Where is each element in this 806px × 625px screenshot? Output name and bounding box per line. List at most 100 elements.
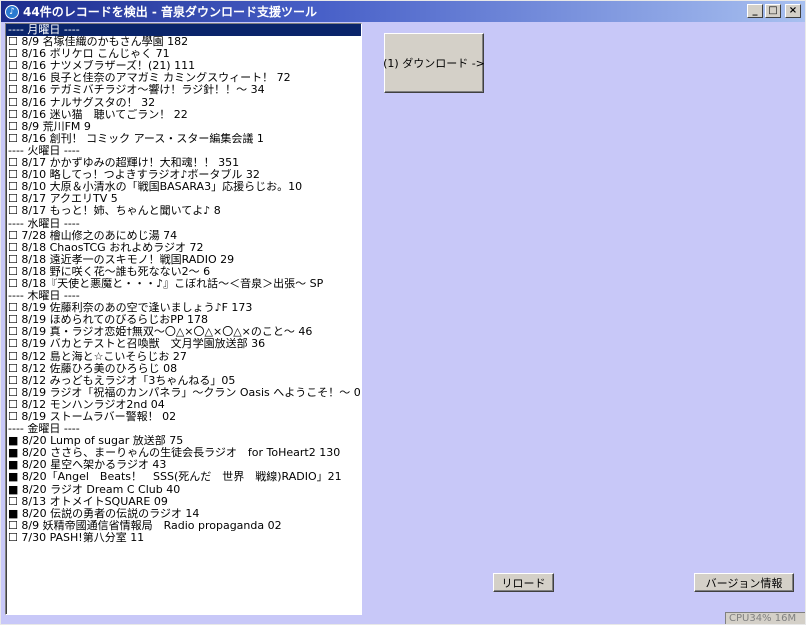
program-list-item[interactable]: ☐ 8/10 大原＆小清水の「戦国BASARA3」応援らじお。10	[6, 181, 361, 193]
program-list-item[interactable]: ☐ 8/9 荒川FM 9	[6, 121, 361, 133]
unchecked-box-icon[interactable]: ☐	[8, 387, 18, 399]
maximize-button[interactable]: □	[765, 4, 781, 18]
program-label: 8/17 かかずゆみの超輝け！大和魂！！ 351	[21, 157, 240, 170]
unchecked-box-icon[interactable]: ☐	[8, 205, 18, 217]
unchecked-box-icon[interactable]: ☐	[8, 230, 18, 242]
unchecked-box-icon[interactable]: ☐	[8, 242, 18, 254]
unchecked-box-icon[interactable]: ☐	[8, 314, 18, 326]
program-label: 8/10 大原＆小清水の「戦国BASARA3」応援らじお。10	[21, 181, 303, 194]
unchecked-box-icon[interactable]: ☐	[8, 278, 18, 290]
program-list-item[interactable]: ■ 8/20 Lump of sugar 放送部 75	[6, 435, 361, 447]
download-button[interactable]: (1) ダウンロード ->	[383, 33, 485, 93]
program-list-item[interactable]: ☐ 8/10 略してっ！つよきすラジオ♪ポータブル 32	[6, 169, 361, 181]
program-list-item[interactable]: ■ 8/20 伝説の勇者の伝説のラジオ 14	[6, 508, 361, 520]
unchecked-box-icon[interactable]: ☐	[8, 193, 18, 205]
title-bar[interactable]: ♪ 44件のレコードを検出 - 音泉ダウンロード支援ツール _ □ ×	[1, 1, 805, 22]
program-list-item[interactable]: ☐ 8/18『天使と悪魔と・・・♪』こぼれ話～＜音泉＞出張～ SP	[6, 278, 361, 290]
day-header[interactable]: ---- 火曜日 ----	[6, 145, 361, 157]
unchecked-box-icon[interactable]: ☐	[8, 326, 18, 338]
program-list-item[interactable]: ☐ 8/19 バカとテストと召喚獣 文月学園放送部 36	[6, 338, 361, 350]
checked-box-icon[interactable]: ■	[8, 508, 18, 520]
unchecked-box-icon[interactable]: ☐	[8, 97, 18, 109]
program-list-item[interactable]: ☐ 8/18 野に咲く花～誰も死なない2～ 6	[6, 266, 361, 278]
program-list-item[interactable]: ☐ 8/13 オトメイトSQUARE 09	[6, 496, 361, 508]
program-list-item[interactable]: ☐ 8/12 みっどもえラジオ「3ちゃんねる」05	[6, 375, 361, 387]
program-list-item[interactable]: ☐ 8/16 テガミバチラジオ～響け！ラジ針！！～ 34	[6, 84, 361, 96]
program-list-item[interactable]: ☐ 8/16 ポリケロ こんじゃく 71	[6, 48, 361, 60]
program-list-item[interactable]: ☐ 8/12 島と海と☆こいそらじお 27	[6, 351, 361, 363]
unchecked-box-icon[interactable]: ☐	[8, 84, 18, 96]
program-list-item[interactable]: ☐ 8/19 ストームラバー警報！ 02	[6, 411, 361, 423]
unchecked-box-icon[interactable]: ☐	[8, 181, 18, 193]
program-list-item[interactable]: ■ 8/20「Angel Beats！ SSS(死んだ 世界 戦線)RADIO」…	[6, 471, 361, 483]
program-list-item[interactable]: ☐ 8/19 ラジオ「祝福のカンパネラ」～クラン Oasis へようこそ！～ 0…	[6, 387, 361, 399]
unchecked-box-icon[interactable]: ☐	[8, 399, 18, 411]
program-list-item[interactable]: ☐ 8/19 ほめられてのびるらじおPP 178	[6, 314, 361, 326]
unchecked-box-icon[interactable]: ☐	[8, 157, 18, 169]
close-button[interactable]: ×	[785, 4, 801, 18]
program-list-item[interactable]: ☐ 8/12 モンハンラジオ2nd 04	[6, 399, 361, 411]
program-list-item[interactable]: ☐ 8/17 かかずゆみの超輝け！大和魂！！ 351	[6, 157, 361, 169]
program-list-item[interactable]: ☐ 8/17 もっと！姉、ちゃんと聞いてよ♪ 8	[6, 205, 361, 217]
app-icon: ♪	[5, 4, 19, 19]
program-list-item[interactable]: ☐ 8/16 良子と佳奈のアマガミ カミングスウィート！ 72	[6, 72, 361, 84]
unchecked-box-icon[interactable]: ☐	[8, 520, 18, 532]
checked-box-icon[interactable]: ■	[8, 459, 18, 471]
reload-button[interactable]: リロード	[493, 573, 554, 592]
program-label: 8/19 ストームラバー警報！ 02	[21, 411, 177, 423]
checked-box-icon[interactable]: ■	[8, 447, 18, 459]
program-list-item[interactable]: ☐ 8/19 佐藤利奈のあの空で逢いましょう♪F 173	[6, 302, 361, 314]
program-list-item[interactable]: ☐ 8/18 遠近孝一のスキモノ！戦国RADIO 29	[6, 254, 361, 266]
program-list-item[interactable]: ■ 8/20 ラジオ Dream C Club 40	[6, 484, 361, 496]
program-label: 8/18『天使と悪魔と・・・♪』こぼれ話～＜音泉＞出張～ SP	[21, 277, 324, 290]
day-header[interactable]: ---- 木曜日 ----	[6, 290, 361, 302]
unchecked-box-icon[interactable]: ☐	[8, 254, 18, 266]
program-list-item[interactable]: ☐ 8/16 ナツメブラザーズ！(21) 111	[6, 60, 361, 72]
program-list-item[interactable]: ☐ 8/12 佐藤ひろ美のひろらじ 08	[6, 363, 361, 375]
program-list-item[interactable]: ■ 8/20 ささら、まーりゃんの生徒会長ラジオ for ToHeart2 13…	[6, 447, 361, 459]
version-info-button[interactable]: バージョン情報	[694, 573, 794, 592]
minimize-button[interactable]: _	[747, 4, 763, 18]
program-list-item[interactable]: ☐ 8/19 真・ラジオ恋姫†無双～〇△×〇△×〇△×のこと～ 46	[6, 326, 361, 338]
unchecked-box-icon[interactable]: ☐	[8, 363, 18, 375]
program-list-item[interactable]: ☐ 8/16 迷い猫 聴いてごラン！ 22	[6, 109, 361, 121]
unchecked-box-icon[interactable]: ☐	[8, 266, 18, 278]
program-list-item[interactable]: ☐ 8/9 名塚佳織のかもさん學園 182	[6, 36, 361, 48]
unchecked-box-icon[interactable]: ☐	[8, 169, 18, 181]
day-header[interactable]: ---- 水曜日 ----	[6, 218, 361, 230]
program-label: 8/16 ポリケロ こんじゃく 71	[21, 48, 170, 61]
program-list-item[interactable]: ☐ 7/30 PASH!第八分室 11	[6, 532, 361, 544]
program-label: 8/16 テガミバチラジオ～響け！ラジ針！！～ 34	[21, 84, 265, 97]
unchecked-box-icon[interactable]: ☐	[8, 109, 18, 121]
unchecked-box-icon[interactable]: ☐	[8, 411, 18, 423]
program-list-item[interactable]: ☐ 7/28 檜山修之のあにめじ湯 74	[6, 230, 361, 242]
unchecked-box-icon[interactable]: ☐	[8, 338, 18, 350]
checked-box-icon[interactable]: ■	[8, 484, 18, 496]
unchecked-box-icon[interactable]: ☐	[8, 375, 18, 387]
day-header[interactable]: ---- 月曜日 ----	[6, 24, 361, 37]
unchecked-box-icon[interactable]: ☐	[8, 60, 18, 72]
unchecked-box-icon[interactable]: ☐	[8, 532, 18, 544]
unchecked-box-icon[interactable]: ☐	[8, 351, 18, 363]
day-header[interactable]: ---- 金曜日 ----	[6, 423, 361, 435]
unchecked-box-icon[interactable]: ☐	[8, 496, 18, 508]
checked-box-icon[interactable]: ■	[8, 435, 18, 447]
program-list[interactable]: ---- 月曜日 ---- ☐ 8/9 名塚佳織のかもさん學園 182 ☐ 8/16…	[5, 23, 362, 615]
program-list-item[interactable]: ☐ 8/18 ChaosTCG おれよめラジオ 72	[6, 242, 361, 254]
unchecked-box-icon[interactable]: ☐	[8, 72, 18, 84]
checked-box-icon[interactable]: ■	[8, 471, 18, 483]
program-list-item[interactable]: ☐ 8/17 アクエリTV 5	[6, 193, 361, 205]
program-label: 8/12 みっどもえラジオ「3ちゃんねる」05	[21, 374, 236, 387]
program-list-item[interactable]: ■ 8/20 星空へ架かるラジオ 43	[6, 459, 361, 471]
program-label: 8/9 妖精帝國通信省情報局 Radio propaganda 02	[21, 519, 282, 532]
program-list-item[interactable]: ☐ 8/16 創刊！ コミック アース・スター編集会議 1	[6, 133, 361, 145]
unchecked-box-icon[interactable]: ☐	[8, 48, 18, 60]
program-list-item[interactable]: ☐ 8/9 妖精帝國通信省情報局 Radio propaganda 02	[6, 520, 361, 532]
unchecked-box-icon[interactable]: ☐	[8, 36, 18, 48]
program-label: 8/19 真・ラジオ恋姫†無双～〇△×〇△×〇△×のこと～ 46	[21, 326, 313, 339]
unchecked-box-icon[interactable]: ☐	[8, 121, 18, 133]
program-label: 8/16 迷い猫 聴いてごラン！ 22	[21, 108, 188, 121]
unchecked-box-icon[interactable]: ☐	[8, 302, 18, 314]
program-list-item[interactable]: ☐ 8/16 ナルサグスタの！ 32	[6, 97, 361, 109]
unchecked-box-icon[interactable]: ☐	[8, 133, 18, 145]
